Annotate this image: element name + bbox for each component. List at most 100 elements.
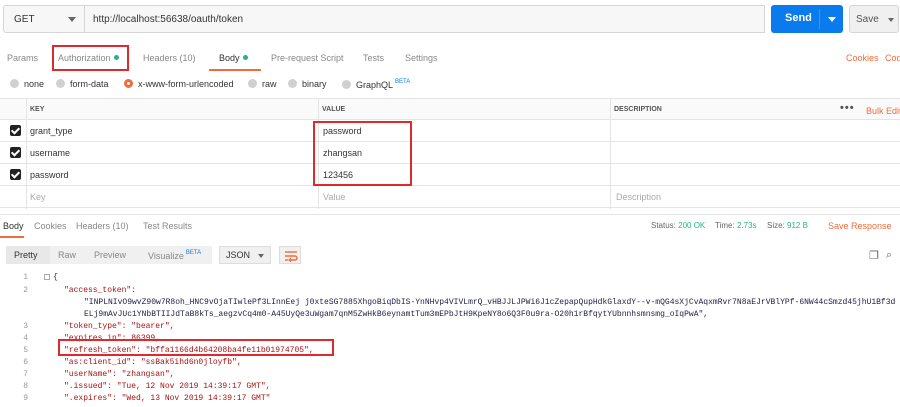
more-options-icon[interactable]: ••• [840,102,855,114]
active-tab-indicator [209,69,261,71]
param-key[interactable]: username [30,148,70,158]
line-number: 3 [23,322,28,331]
radio-icon [342,80,351,89]
body-type-selector: none form-data x-www-form-urlencoded raw… [0,76,900,94]
code-line: "access_token": [64,286,137,295]
response-tabs: Body Cookies Headers (10) Test Results S… [0,214,900,238]
tab-body[interactable]: Body [219,53,248,63]
beta-badge: BETA [185,250,202,256]
visualize-label: Visualize [148,251,184,261]
radio-label: form-data [70,79,109,89]
tab-tests[interactable]: Tests [363,53,384,63]
copy-icon[interactable]: ❐ [869,249,879,262]
code-line: "token_type": "bearer", [64,322,175,331]
wrap-lines-button[interactable] [279,246,301,264]
tab-test-results[interactable]: Test Results [143,221,192,231]
radio-icon [10,79,19,88]
highlight-box [313,121,412,186]
status-value: 200 OK [678,221,706,230]
radio-label: x-www-form-urlencoded [138,79,234,89]
divider [819,9,820,29]
code-line: { [53,273,58,282]
radio-graphql[interactable]: GraphQL BETA [342,79,410,90]
key-input[interactable]: Key [30,192,46,202]
tab-headers[interactable]: Headers (10) [143,53,196,63]
bulk-edit-link[interactable]: Bulk Edit [866,106,900,116]
method-select[interactable]: GET [3,5,85,33]
raw-button[interactable]: Raw [50,246,86,264]
description-input[interactable]: Description [616,192,661,202]
chevron-down-icon [68,17,76,22]
checkbox-checked-icon[interactable] [10,169,21,180]
line-number: 9 [23,394,28,403]
chevron-down-icon [888,18,894,22]
request-tabs: Params Authorization Headers (10) Body P… [0,46,900,71]
radio-x-www-form-urlencoded[interactable]: x-www-form-urlencoded [124,79,234,89]
tab-body-label: Body [219,53,240,63]
param-key[interactable]: password [30,170,69,180]
status-label: Status: [651,221,676,230]
save-button[interactable]: Save [849,5,899,33]
time-value: 2.73s [736,221,757,230]
format-select[interactable]: JSON [219,246,271,264]
code-line: ELj9mAvJUc1YNbBTIIJdTaB8kTs_aegzvCq4m0-A… [84,310,709,319]
line-number: 7 [23,370,28,379]
radio-selected-icon [124,79,133,88]
save-label: Save [856,14,879,25]
table-header: KEY VALUE DESCRIPTION ••• Bulk Edit [0,98,900,120]
cookies-link[interactable]: Cookies [846,53,879,63]
request-bar: GET http://localhost:56638/oauth/token S… [3,5,899,35]
tab-response-headers[interactable]: Headers (10) [76,221,129,231]
code-line: "as:client_id": "ssBak5ihd6n0jloyfb", [64,358,242,367]
url-value: http://localhost:56638/oauth/token [93,14,244,25]
chevron-down-icon [258,254,264,258]
tab-prerequest-script[interactable]: Pre-request Script [271,53,344,63]
url-input[interactable]: http://localhost:56638/oauth/token [85,5,765,33]
response-viewer-toolbar: Pretty Raw Preview Visualize BETA JSON ❐ … [0,243,900,267]
table-row: username zhangsan [0,142,900,164]
radio-raw[interactable]: raw [248,79,277,89]
wrap-lines-icon [285,251,298,262]
save-response-button[interactable]: Save Response [828,221,892,231]
param-key[interactable]: grant_type [30,126,73,136]
radio-label: binary [302,79,327,89]
table-row: password 123456 [0,164,900,186]
table-row: grant_type password [0,120,900,142]
line-number: 5 [23,346,28,355]
table-row-empty: Key Value Description [0,186,900,208]
tab-params[interactable]: Params [7,53,38,63]
active-tab-indicator [0,236,24,238]
checkbox-checked-icon[interactable] [10,125,21,136]
visualize-button[interactable]: Visualize BETA [140,246,212,264]
code-line: "userName": "zhangsan", [64,370,175,379]
radio-icon [248,79,257,88]
tab-response-body[interactable]: Body [3,221,24,231]
send-button[interactable]: Send [771,5,843,33]
value-input[interactable]: Value [323,192,345,202]
radio-form-data[interactable]: form-data [56,79,109,89]
radio-none[interactable]: none [10,79,44,89]
status-readout: Status: 200 OK [651,221,705,230]
chevron-down-icon[interactable] [828,17,836,22]
line-number: 6 [23,358,28,367]
send-label: Send [785,12,812,24]
radio-icon [288,79,297,88]
tab-response-cookies[interactable]: Cookies [34,221,67,231]
column-header-value: VALUE [322,106,346,113]
checkbox-checked-icon[interactable] [10,147,21,158]
search-icon[interactable]: ⌕ [886,249,892,262]
radio-label: none [24,79,45,89]
column-divider [26,98,27,209]
radio-binary[interactable]: binary [288,79,327,89]
status-dot [242,55,248,60]
code-line: ".issued": "Tue, 12 Nov 2019 14:39:17 GM… [64,382,271,391]
method-label: GET [14,14,35,25]
code-link[interactable]: Code [885,53,900,63]
fold-toggle-icon[interactable] [44,274,50,280]
tab-settings[interactable]: Settings [405,53,438,63]
preview-button[interactable]: Preview [86,246,140,264]
line-number: 4 [23,334,28,343]
code-line: "INPLNIvO9wvZ90w7R8oh_HNC9vOjaTIwlePf3LI… [84,298,896,307]
column-header-description: DESCRIPTION [614,106,662,113]
pretty-button[interactable]: Pretty [6,246,50,264]
